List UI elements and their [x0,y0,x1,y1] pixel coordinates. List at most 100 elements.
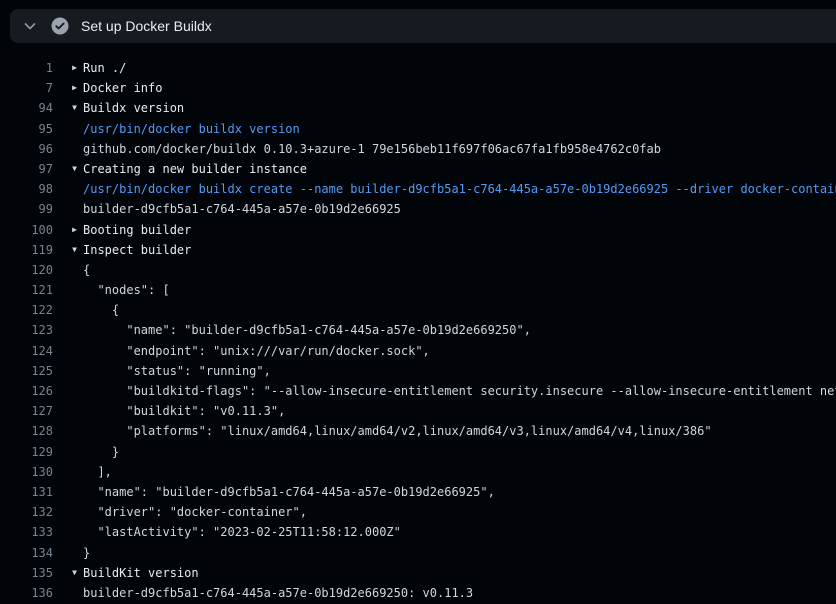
line-number[interactable]: 128 [0,421,53,441]
log-text: "nodes": [ [83,280,170,300]
chevron-down-icon[interactable] [22,18,38,34]
log-group-line[interactable]: 94 ▼ Buildx version [0,98,836,118]
arrow-spacer [66,502,83,522]
log-text: "name": "builder-d9cfb5a1-c764-445a-a57e… [83,320,531,340]
log-line: 132 "driver": "docker-container", [0,502,836,522]
log-group-line[interactable]: 97 ▼ Creating a new builder instance [0,159,836,179]
line-number[interactable]: 7 [0,78,53,98]
log-group-line[interactable]: 135 ▼ BuildKit version [0,563,836,583]
arrow-spacer [66,401,83,421]
line-number[interactable]: 100 [0,220,53,240]
log-group-line[interactable]: 119 ▼ Inspect builder [0,240,836,260]
triangle-right-icon[interactable]: ▶ [66,58,83,78]
log-line: 133 "lastActivity": "2023-02-25T11:58:12… [0,522,836,542]
log-text: "name": "builder-d9cfb5a1-c764-445a-a57e… [83,482,495,502]
log-line: 120 { [0,260,836,280]
log-line: 130 ], [0,462,836,482]
log-text: BuildKit version [83,563,199,583]
arrow-spacer [66,421,83,441]
arrow-spacer [66,300,83,320]
log-text: Run ./ [83,58,126,78]
log-line: 123 "name": "builder-d9cfb5a1-c764-445a-… [0,320,836,340]
log-line: 124 "endpoint": "unix:///var/run/docker.… [0,341,836,361]
log-group-line[interactable]: 7 ▶ Docker info [0,78,836,98]
log-line: 121 "nodes": [ [0,280,836,300]
triangle-down-icon[interactable]: ▼ [66,98,83,118]
log-text: /usr/bin/docker buildx version [83,119,300,139]
line-number[interactable]: 122 [0,300,53,320]
log-line: 126 "buildkitd-flags": "--allow-insecure… [0,381,836,401]
log-line: 136 builder-d9cfb5a1-c764-445a-a57e-0b19… [0,583,836,603]
log-line: 128 "platforms": "linux/amd64,linux/amd6… [0,421,836,441]
arrow-spacer [66,361,83,381]
arrow-spacer [66,280,83,300]
line-number[interactable]: 119 [0,240,53,260]
log-line: 131 "name": "builder-d9cfb5a1-c764-445a-… [0,482,836,502]
arrow-spacer [66,583,83,603]
arrow-spacer [66,442,83,462]
arrow-spacer [66,179,83,199]
log-text: "lastActivity": "2023-02-25T11:58:12.000… [83,522,401,542]
arrow-spacer [66,543,83,563]
log-line: 95 /usr/bin/docker buildx version [0,119,836,139]
arrow-spacer [66,381,83,401]
log-line: 122 { [0,300,836,320]
line-number[interactable]: 120 [0,260,53,280]
line-number[interactable]: 123 [0,320,53,340]
line-number[interactable]: 133 [0,522,53,542]
line-number[interactable]: 1 [0,58,53,78]
line-number[interactable]: 134 [0,543,53,563]
line-number[interactable]: 121 [0,280,53,300]
log-text: Creating a new builder instance [83,159,307,179]
step-title: Set up Docker Buildx [81,18,212,34]
triangle-down-icon[interactable]: ▼ [66,240,83,260]
triangle-down-icon[interactable]: ▼ [66,159,83,179]
arrow-spacer [66,462,83,482]
log-text: "status": "running", [83,361,271,381]
line-number[interactable]: 125 [0,361,53,381]
line-number[interactable]: 97 [0,159,53,179]
log-text: builder-d9cfb5a1-c764-445a-a57e-0b19d2e6… [83,583,473,603]
log-text: "platforms": "linux/amd64,linux/amd64/v2… [83,421,712,441]
line-number[interactable]: 98 [0,179,53,199]
log-line: 129 } [0,442,836,462]
arrow-spacer [66,320,83,340]
line-number[interactable]: 95 [0,119,53,139]
log-group-line[interactable]: 100 ▶ Booting builder [0,220,836,240]
log-text: } [83,543,90,563]
line-number[interactable]: 127 [0,401,53,421]
step-header[interactable]: Set up Docker Buildx [10,9,836,43]
line-number[interactable]: 124 [0,341,53,361]
log-line: 127 "buildkit": "v0.11.3", [0,401,836,421]
line-number[interactable]: 126 [0,381,53,401]
line-number[interactable]: 135 [0,563,53,583]
log-line: 96 github.com/docker/buildx 0.10.3+azure… [0,139,836,159]
log-text: "buildkit": "v0.11.3", [83,401,285,421]
arrow-spacer [66,199,83,219]
arrow-spacer [66,341,83,361]
log-line: 99 builder-d9cfb5a1-c764-445a-a57e-0b19d… [0,199,836,219]
line-number[interactable]: 136 [0,583,53,603]
line-number[interactable]: 131 [0,482,53,502]
log-text: Booting builder [83,220,191,240]
arrow-spacer [66,260,83,280]
line-number[interactable]: 129 [0,442,53,462]
line-number[interactable]: 130 [0,462,53,482]
log-output: 1 ▶ Run ./ 7 ▶ Docker info 94 ▼ Buildx v… [0,43,836,604]
log-text: ], [83,462,112,482]
triangle-down-icon[interactable]: ▼ [66,563,83,583]
line-number[interactable]: 99 [0,199,53,219]
triangle-right-icon[interactable]: ▶ [66,78,83,98]
triangle-right-icon[interactable]: ▶ [66,220,83,240]
line-number[interactable]: 94 [0,98,53,118]
log-text: "buildkitd-flags": "--allow-insecure-ent… [83,381,836,401]
log-text: "driver": "docker-container", [83,502,307,522]
line-number[interactable]: 132 [0,502,53,522]
line-number[interactable]: 96 [0,139,53,159]
log-text: builder-d9cfb5a1-c764-445a-a57e-0b19d2e6… [83,199,401,219]
log-group-line[interactable]: 1 ▶ Run ./ [0,58,836,78]
log-line: 134 } [0,543,836,563]
log-text: Docker info [83,78,162,98]
log-line: 125 "status": "running", [0,361,836,381]
arrow-spacer [66,119,83,139]
